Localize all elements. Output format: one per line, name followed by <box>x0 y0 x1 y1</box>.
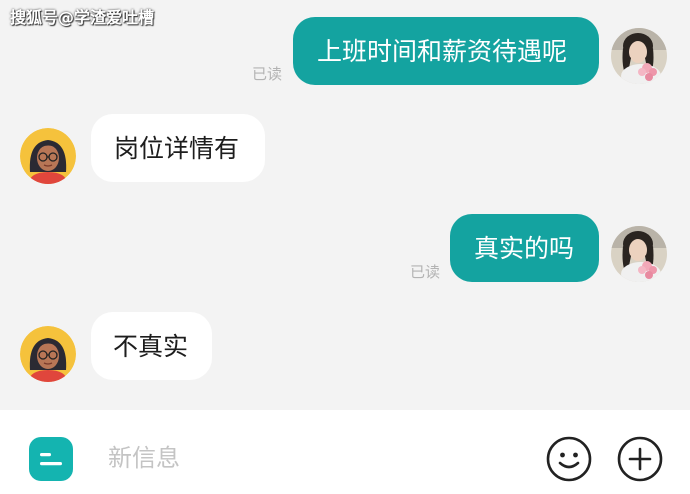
message-text: 上班时间和薪资待遇呢 <box>317 36 568 66</box>
message-text: 真实的吗 <box>474 233 575 263</box>
read-status: 已读 <box>252 65 283 83</box>
my-avatar[interactable] <box>611 226 667 282</box>
plus-icon[interactable] <box>617 436 663 482</box>
chat-thread: 上班时间和薪资待遇呢 已读 岗位详情有 真实的吗 已读 不真实 <box>0 0 690 410</box>
message-text: 岗位详情有 <box>114 133 240 163</box>
message-bubble-outgoing[interactable]: 真实的吗 <box>450 214 599 282</box>
contact-avatar[interactable] <box>20 128 76 184</box>
my-avatar[interactable] <box>611 28 667 84</box>
message-text: 不真实 <box>113 331 189 361</box>
smiley-icon[interactable] <box>546 436 592 482</box>
watermark: 搜狐号@学渣爱吐槽 <box>10 8 155 27</box>
message-bubble-incoming[interactable]: 岗位详情有 <box>91 114 265 182</box>
message-bubble-incoming[interactable]: 不真实 <box>91 312 212 380</box>
read-status: 已读 <box>410 263 441 281</box>
message-bubble-outgoing[interactable]: 上班时间和薪资待遇呢 <box>293 17 599 85</box>
app-menu-icon[interactable] <box>29 437 73 481</box>
message-composer <box>0 410 690 494</box>
contact-avatar[interactable] <box>20 326 76 382</box>
new-message-input[interactable] <box>108 440 508 476</box>
